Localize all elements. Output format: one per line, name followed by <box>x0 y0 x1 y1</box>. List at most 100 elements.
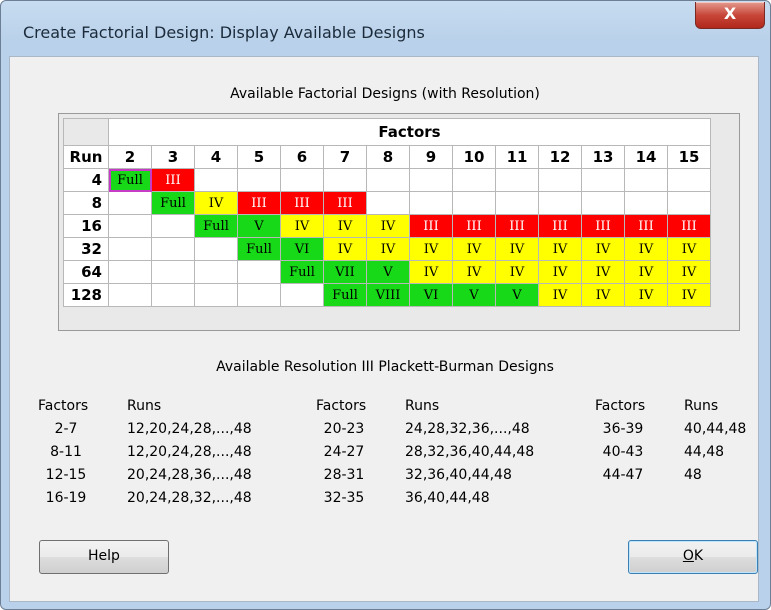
design-cell[interactable]: IV <box>323 214 367 238</box>
design-cell[interactable] <box>366 168 410 192</box>
design-cell[interactable] <box>495 168 539 192</box>
design-cell[interactable] <box>151 214 195 238</box>
design-cell[interactable] <box>624 191 668 215</box>
design-cell[interactable]: Full <box>151 191 195 215</box>
pb-runs-value: 44,48 <box>684 444 725 460</box>
design-cell[interactable]: Full <box>323 283 367 307</box>
design-cell[interactable]: III <box>452 214 496 238</box>
pb-runs-label: Runs <box>405 398 440 414</box>
design-cell[interactable] <box>108 237 152 261</box>
design-cell[interactable] <box>495 191 539 215</box>
design-cell[interactable]: IV <box>323 237 367 261</box>
design-cell[interactable]: III <box>495 214 539 238</box>
design-cell[interactable]: IV <box>667 283 711 307</box>
design-cell[interactable]: III <box>409 214 453 238</box>
design-cell[interactable] <box>108 191 152 215</box>
factor-col-header: 9 <box>409 145 453 169</box>
design-cell[interactable] <box>108 283 152 307</box>
help-button[interactable]: Help <box>39 540 169 574</box>
design-cell[interactable]: III <box>323 191 367 215</box>
design-cell[interactable]: Full <box>194 214 238 238</box>
design-cell[interactable]: III <box>667 214 711 238</box>
design-cell[interactable]: IV <box>581 237 625 261</box>
factor-col-header: 15 <box>667 145 711 169</box>
factor-col-header: 12 <box>538 145 582 169</box>
design-cell[interactable]: Full <box>108 168 152 192</box>
design-cell[interactable]: IV <box>538 283 582 307</box>
design-cell[interactable]: IV <box>538 260 582 284</box>
pb-factor-range: 8-11 <box>50 444 82 460</box>
design-cell[interactable] <box>194 260 238 284</box>
design-cell[interactable]: IV <box>624 283 668 307</box>
design-cell[interactable]: III <box>581 214 625 238</box>
design-cell[interactable] <box>581 191 625 215</box>
design-cell[interactable]: VI <box>280 237 324 261</box>
design-cell[interactable]: Full <box>237 237 281 261</box>
design-cell[interactable] <box>366 191 410 215</box>
design-cell[interactable] <box>280 168 324 192</box>
design-cell[interactable] <box>452 168 496 192</box>
design-cell[interactable]: III <box>280 191 324 215</box>
design-cell[interactable]: Full <box>280 260 324 284</box>
design-cell[interactable]: IV <box>667 260 711 284</box>
design-cell[interactable] <box>151 237 195 261</box>
design-cell[interactable] <box>237 283 281 307</box>
design-cell[interactable] <box>194 237 238 261</box>
design-cell[interactable] <box>237 168 281 192</box>
run-row-header: 128 <box>63 283 109 307</box>
design-cell[interactable]: V <box>452 283 496 307</box>
design-cell[interactable] <box>280 283 324 307</box>
design-cell[interactable] <box>581 168 625 192</box>
design-cell[interactable]: VII <box>323 260 367 284</box>
design-cell[interactable]: V <box>495 283 539 307</box>
design-cell[interactable]: IV <box>624 260 668 284</box>
design-cell[interactable] <box>409 168 453 192</box>
run-row-header: 32 <box>63 237 109 261</box>
ok-button[interactable]: OK <box>628 540 758 574</box>
design-cell[interactable]: IV <box>194 191 238 215</box>
design-cell[interactable] <box>624 168 668 192</box>
design-cell[interactable]: IV <box>452 260 496 284</box>
design-cell[interactable]: V <box>237 214 281 238</box>
design-cell[interactable]: IV <box>366 237 410 261</box>
design-cell[interactable]: IV <box>624 237 668 261</box>
design-cell[interactable] <box>151 283 195 307</box>
close-button[interactable]: X <box>695 2 765 29</box>
design-cell[interactable]: IV <box>495 260 539 284</box>
design-cell[interactable]: IV <box>409 260 453 284</box>
design-cell[interactable]: VIII <box>366 283 410 307</box>
design-cell[interactable]: III <box>237 191 281 215</box>
design-cell[interactable] <box>108 214 152 238</box>
design-cell[interactable]: IV <box>452 237 496 261</box>
pb-factor-range: 12-15 <box>45 467 87 483</box>
design-cell[interactable] <box>409 191 453 215</box>
design-cell[interactable]: III <box>538 214 582 238</box>
design-cell[interactable] <box>108 260 152 284</box>
design-cell[interactable]: VI <box>409 283 453 307</box>
pb-factors-label: Factors <box>316 398 367 414</box>
design-cell[interactable] <box>667 191 711 215</box>
design-cell[interactable] <box>194 168 238 192</box>
design-cell[interactable] <box>323 168 367 192</box>
pb-factor-range: 20-23 <box>323 421 365 437</box>
design-cell[interactable]: V <box>366 260 410 284</box>
design-cell[interactable] <box>194 283 238 307</box>
design-cell[interactable] <box>667 168 711 192</box>
design-cell[interactable]: IV <box>495 237 539 261</box>
design-cell[interactable]: III <box>151 168 195 192</box>
table-row: 128 Full VIII VI V V IV IV IV IV <box>63 283 711 307</box>
design-cell[interactable] <box>237 260 281 284</box>
design-cell[interactable]: IV <box>581 260 625 284</box>
design-cell[interactable]: IV <box>280 214 324 238</box>
design-cell[interactable]: III <box>624 214 668 238</box>
design-cell[interactable]: IV <box>581 283 625 307</box>
design-cell[interactable] <box>538 168 582 192</box>
design-cell[interactable]: IV <box>366 214 410 238</box>
design-cell[interactable] <box>538 191 582 215</box>
pb-factor-range: 24-27 <box>323 444 365 460</box>
design-cell[interactable]: IV <box>409 237 453 261</box>
design-cell[interactable]: IV <box>667 237 711 261</box>
design-cell[interactable] <box>151 260 195 284</box>
design-cell[interactable] <box>452 191 496 215</box>
design-cell[interactable]: IV <box>538 237 582 261</box>
